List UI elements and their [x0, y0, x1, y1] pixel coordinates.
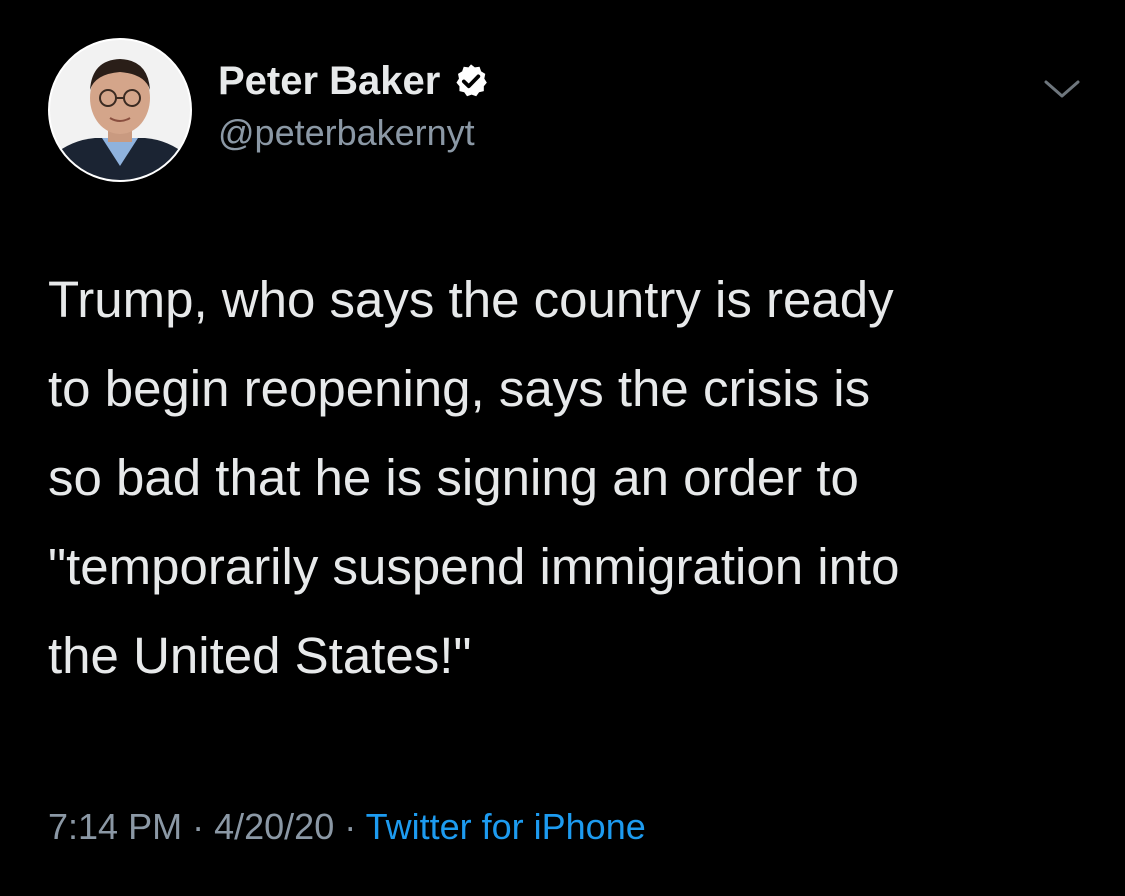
- meta-separator: ·: [344, 806, 357, 847]
- author-display-name[interactable]: Peter Baker: [218, 59, 440, 104]
- author-handle[interactable]: @peterbakernyt: [218, 112, 490, 154]
- tweet-meta: 7:14 PM · 4/20/20 · Twitter for iPhone: [48, 806, 646, 848]
- avatar-image: [50, 40, 190, 180]
- chevron-down-icon[interactable]: [1040, 74, 1084, 104]
- tweet-time[interactable]: 7:14 PM: [48, 806, 182, 847]
- name-row: Peter Baker: [218, 56, 490, 106]
- author-block[interactable]: Peter Baker @peterbakernyt: [218, 56, 490, 154]
- tweet-source-link[interactable]: Twitter for iPhone: [366, 806, 646, 847]
- verified-badge-icon: [452, 62, 490, 100]
- tweet-text: Trump, who says the country is ready to …: [48, 271, 900, 684]
- avatar[interactable]: [48, 38, 192, 182]
- tweet-date[interactable]: 4/20/20: [214, 806, 334, 847]
- tweet-card: Peter Baker @peterbakernyt Trump, who sa…: [0, 0, 1125, 896]
- meta-separator: ·: [192, 806, 205, 847]
